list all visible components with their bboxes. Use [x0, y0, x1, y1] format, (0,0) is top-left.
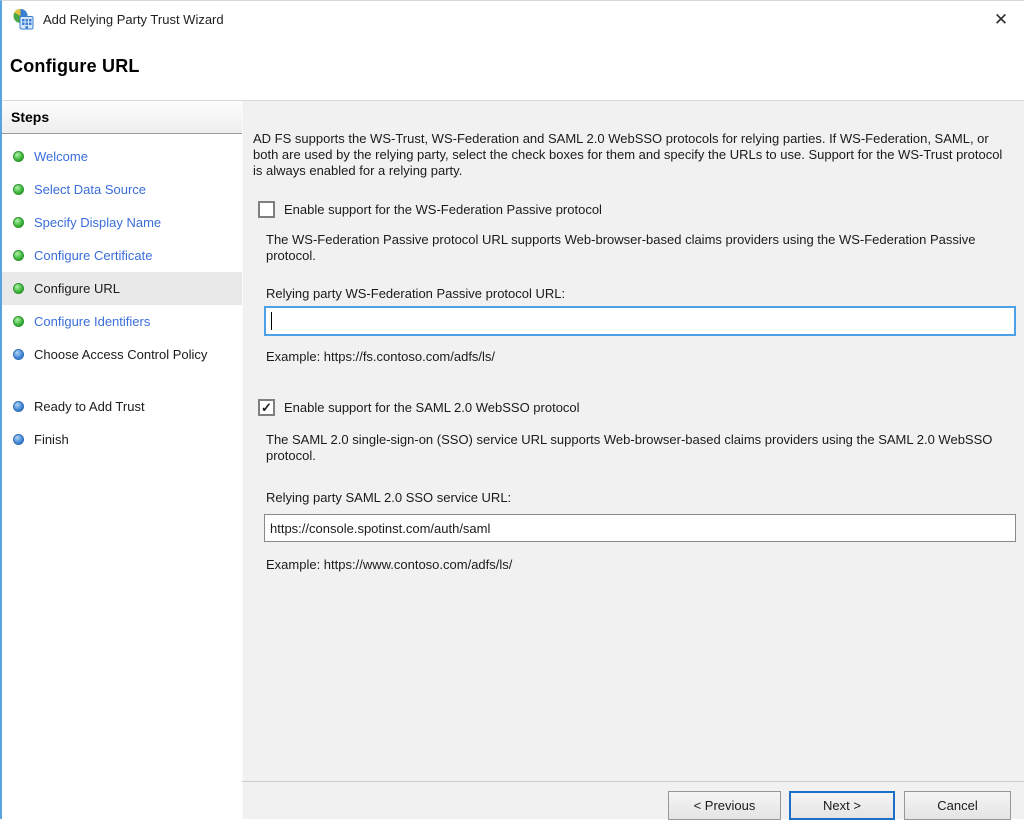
- page-title: Configure URL: [10, 56, 140, 77]
- step-status-dot-icon: [13, 401, 24, 412]
- sidebar-item-configure-url[interactable]: Configure URL: [2, 272, 242, 305]
- footer-divider: [242, 781, 1024, 782]
- steps-list: Welcome Select Data Source Specify Displ…: [2, 134, 242, 456]
- sidebar-item-select-data-source[interactable]: Select Data Source: [2, 173, 242, 206]
- saml-checkbox-row: ✓ Enable support for the SAML 2.0 WebSSO…: [258, 399, 580, 416]
- saml-checkbox[interactable]: ✓: [258, 399, 275, 416]
- sidebar-item-specify-display-name[interactable]: Specify Display Name: [2, 206, 242, 239]
- step-status-dot-icon: [13, 151, 24, 162]
- sidebar-item-finish[interactable]: Finish: [2, 423, 242, 456]
- step-status-dot-icon: [13, 217, 24, 228]
- title-bar: Add Relying Party Trust Wizard: [2, 1, 1024, 37]
- sidebar-item-configure-certificate[interactable]: Configure Certificate: [2, 239, 242, 272]
- close-icon[interactable]: ✕: [986, 7, 1016, 33]
- content-pane: AD FS supports the WS-Trust, WS-Federati…: [242, 101, 1024, 819]
- wsfed-url-input[interactable]: [264, 306, 1016, 336]
- wsfed-example-text: Example: https://fs.contoso.com/adfs/ls/: [266, 349, 495, 365]
- saml-example-text: Example: https://www.contoso.com/adfs/ls…: [266, 557, 512, 573]
- wsfed-checkbox[interactable]: [258, 201, 275, 218]
- step-status-dot-icon: [13, 283, 24, 294]
- adfs-wizard-icon: [12, 8, 34, 30]
- wsfed-checkbox-row: Enable support for the WS-Federation Pas…: [258, 201, 602, 218]
- next-button[interactable]: Next >: [789, 791, 895, 820]
- sidebar-item-ready-to-add-trust[interactable]: Ready to Add Trust: [2, 390, 242, 423]
- wsfed-url-input-field[interactable]: [266, 308, 1014, 334]
- step-status-dot-icon: [13, 184, 24, 195]
- saml-url-input-field[interactable]: [265, 515, 1015, 541]
- wizard-window: Add Relying Party Trust Wizard ✕ Configu…: [0, 0, 1024, 819]
- step-status-dot-icon: [13, 434, 24, 445]
- sidebar-item-configure-identifiers[interactable]: Configure Identifiers: [2, 305, 242, 338]
- step-status-dot-icon: [13, 349, 24, 360]
- saml-checkbox-label[interactable]: Enable support for the SAML 2.0 WebSSO p…: [284, 400, 580, 415]
- intro-text: AD FS supports the WS-Trust, WS-Federati…: [253, 131, 1005, 179]
- cancel-button[interactable]: Cancel: [904, 791, 1011, 820]
- step-status-dot-icon: [13, 316, 24, 327]
- window-title: Add Relying Party Trust Wizard: [43, 12, 224, 27]
- wsfed-url-label: Relying party WS-Federation Passive prot…: [266, 286, 565, 302]
- wsfed-description: The WS-Federation Passive protocol URL s…: [266, 232, 991, 264]
- sidebar-item-choose-access-control-policy[interactable]: Choose Access Control Policy: [2, 338, 242, 390]
- sidebar-item-welcome[interactable]: Welcome: [2, 140, 242, 173]
- step-status-dot-icon: [13, 250, 24, 261]
- steps-sidebar: Steps Welcome Select Data Source Specify…: [2, 101, 242, 819]
- saml-url-label: Relying party SAML 2.0 SSO service URL:: [266, 490, 511, 506]
- wsfed-checkbox-label[interactable]: Enable support for the WS-Federation Pas…: [284, 202, 602, 217]
- steps-header: Steps: [2, 101, 242, 134]
- saml-url-input[interactable]: [264, 514, 1016, 542]
- previous-button[interactable]: < Previous: [668, 791, 781, 820]
- saml-description: The SAML 2.0 single-sign-on (SSO) servic…: [266, 432, 1001, 464]
